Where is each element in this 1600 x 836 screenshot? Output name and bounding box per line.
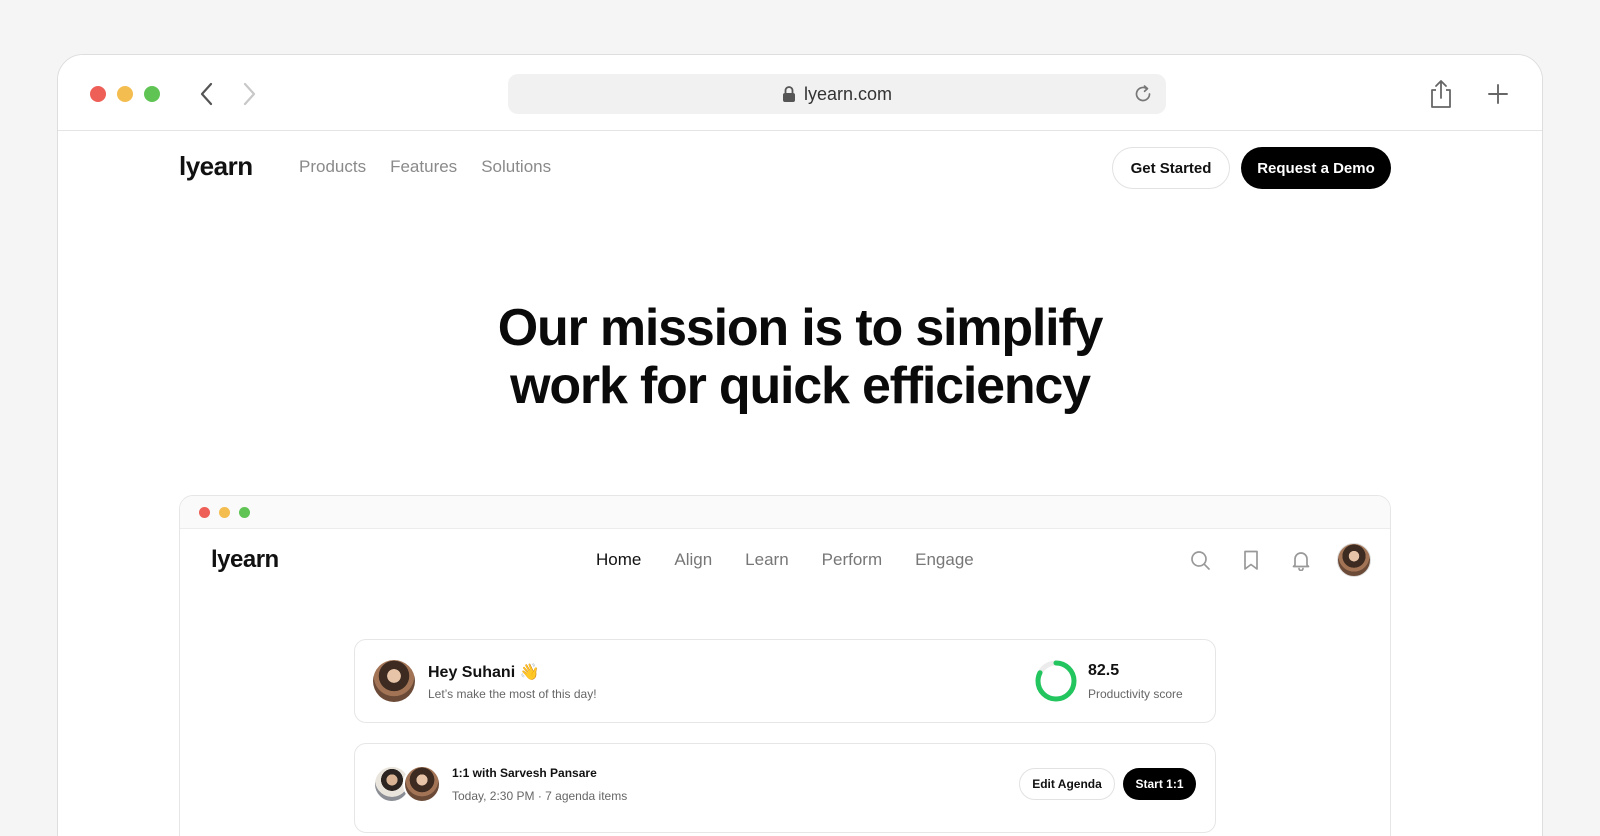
hero-heading-line-1: Our mission is to simplify — [497, 299, 1104, 357]
app-preview-window: lyearn Home Align Learn Perform Engage H… — [179, 495, 1391, 836]
meeting-subtitle: Today, 2:30 PM · 7 agenda items — [452, 789, 628, 803]
nav-link-solutions[interactable]: Solutions — [481, 157, 551, 177]
request-demo-button[interactable]: Request a Demo — [1241, 147, 1391, 189]
plus-icon[interactable] — [1486, 82, 1510, 106]
get-started-button[interactable]: Get Started — [1112, 147, 1230, 189]
meeting-title: 1:1 with Sarvesh Pansare — [452, 766, 597, 780]
maximize-window-button[interactable] — [144, 86, 160, 102]
close-window-button[interactable] — [90, 86, 106, 102]
preview-maximize-dot — [239, 507, 250, 518]
reload-icon[interactable] — [1132, 83, 1154, 105]
nav-link-products[interactable]: Products — [299, 157, 366, 177]
lock-icon — [782, 86, 795, 102]
browser-toolbar: lyearn.com — [58, 55, 1542, 131]
hero-heading-line-2: work for quick efficiency — [510, 357, 1091, 415]
address-bar[interactable]: lyearn.com — [508, 74, 1166, 114]
app-preview-titlebar — [180, 496, 1390, 529]
greeting-title: Hey Suhani 👋 — [428, 664, 540, 681]
preview-minimize-dot — [219, 507, 230, 518]
greeting-card: Hey Suhani 👋 Let’s make the most of this… — [354, 639, 1216, 723]
productivity-score: 82.5 — [1088, 662, 1120, 679]
browser-window: lyearn.com lyearn Products Features Solu… — [57, 54, 1543, 836]
search-icon[interactable] — [1189, 549, 1211, 571]
site-nav-links: Products Features Solutions — [299, 157, 551, 177]
app-nav-learn[interactable]: Learn — [745, 550, 788, 570]
share-icon[interactable] — [1428, 79, 1454, 109]
greeting-subtitle: Let’s make the most of this day! — [428, 687, 597, 701]
site-header: lyearn Products Features Solutions Get S… — [58, 132, 1542, 206]
productivity-ring — [1035, 660, 1077, 702]
hero-section: Our mission is to simplify work for quic… — [58, 299, 1542, 415]
start-one-on-one-button[interactable]: Start 1:1 — [1123, 768, 1196, 800]
app-nav-align[interactable]: Align — [674, 550, 712, 570]
site-logo[interactable]: lyearn — [179, 151, 253, 182]
forward-icon[interactable] — [234, 79, 264, 109]
minimize-window-button[interactable] — [117, 86, 133, 102]
app-nav-engage[interactable]: Engage — [915, 550, 974, 570]
app-nav-perform[interactable]: Perform — [822, 550, 882, 570]
bookmark-icon[interactable] — [1240, 549, 1262, 571]
preview-close-dot — [199, 507, 210, 518]
nav-link-features[interactable]: Features — [390, 157, 457, 177]
app-nav: Home Align Learn Perform Engage — [596, 550, 974, 570]
participant-avatar — [403, 765, 441, 803]
meeting-card: 1:1 with Sarvesh Pansare Today, 2:30 PM … — [354, 743, 1216, 833]
user-avatar[interactable] — [1337, 543, 1371, 577]
greeting-avatar — [373, 660, 415, 702]
productivity-score-label: Productivity score — [1088, 687, 1183, 701]
app-nav-home[interactable]: Home — [596, 550, 641, 570]
edit-agenda-button[interactable]: Edit Agenda — [1019, 768, 1115, 800]
hero-heading: Our mission is to simplify work for quic… — [58, 299, 1542, 415]
bell-icon[interactable] — [1290, 549, 1312, 571]
app-logo[interactable]: lyearn — [211, 546, 279, 574]
url-text: lyearn.com — [803, 83, 893, 104]
back-icon[interactable] — [192, 79, 222, 109]
